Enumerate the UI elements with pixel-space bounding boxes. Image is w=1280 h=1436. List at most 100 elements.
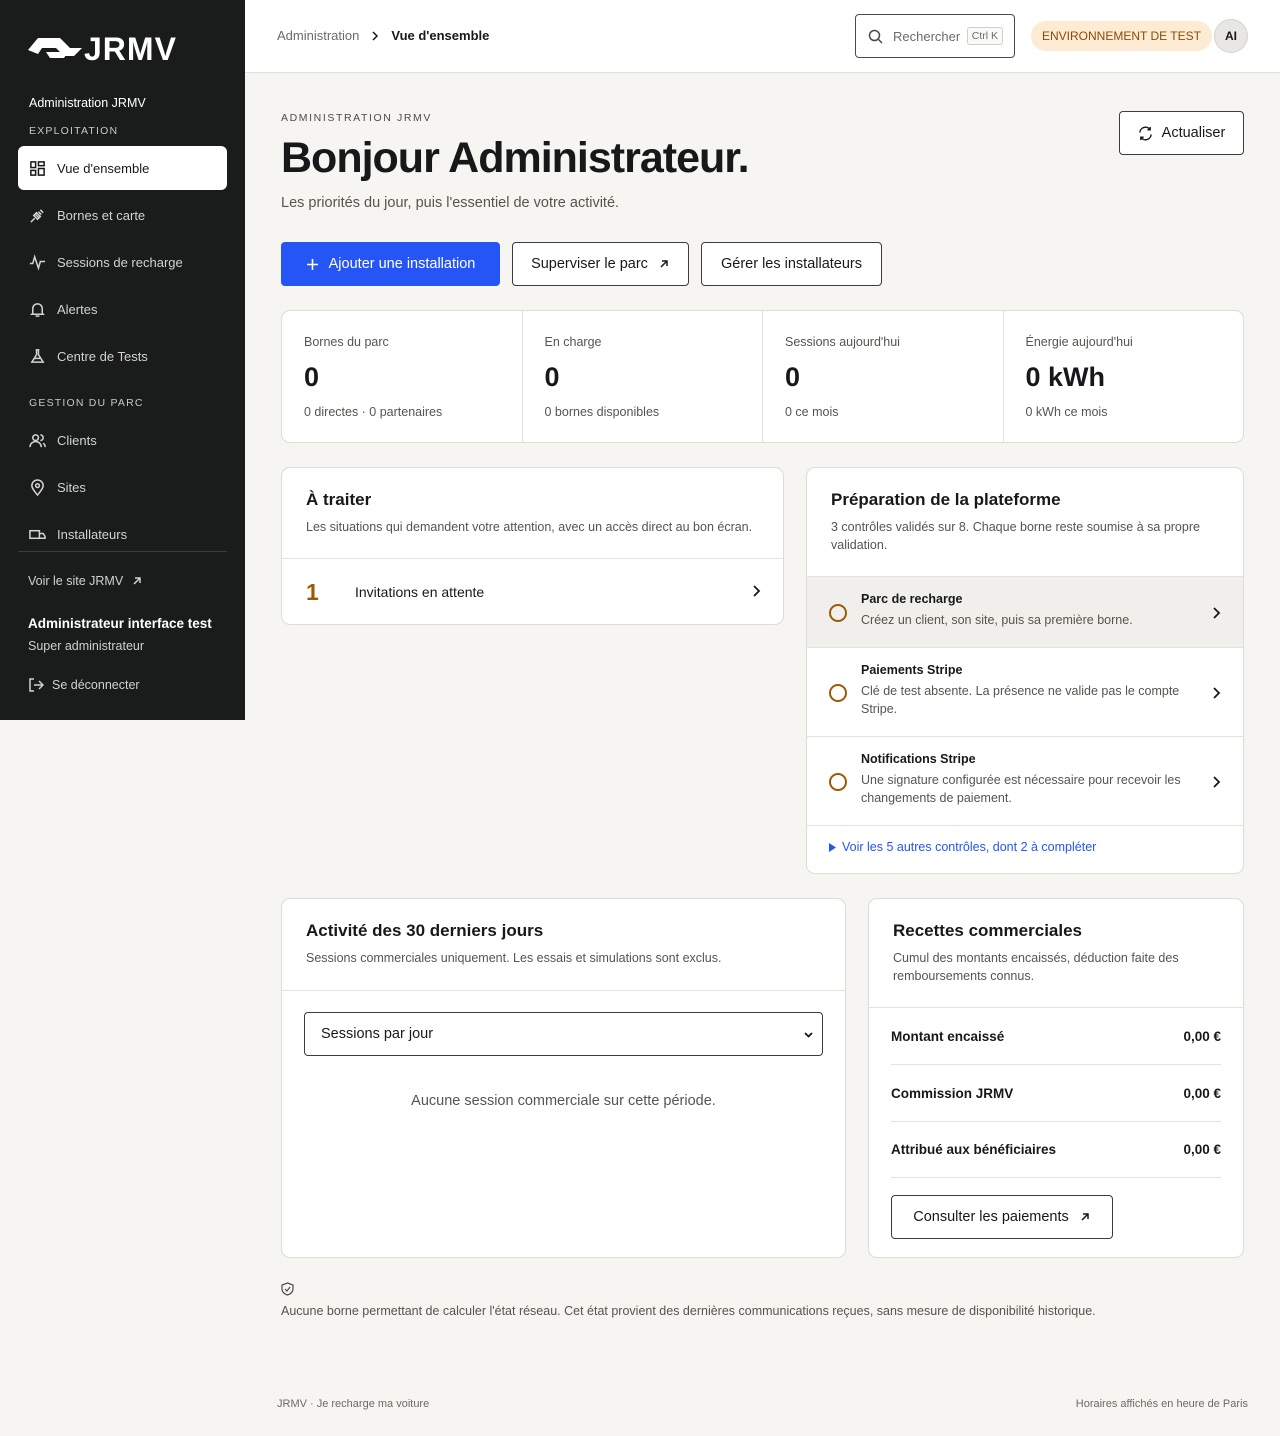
divider bbox=[282, 990, 845, 991]
revenue-label: Montant encaissé bbox=[891, 1028, 1005, 1044]
revenue-value: 0,00 € bbox=[1183, 1028, 1221, 1044]
search-icon bbox=[868, 29, 883, 44]
chevron-right-icon bbox=[1213, 607, 1221, 619]
breadcrumb-current: Vue d'ensemble bbox=[391, 28, 490, 43]
prep-item-stripe-notifications[interactable]: Notifications Stripe Une signature confi… bbox=[807, 736, 1243, 825]
prep-item-stripe-payments[interactable]: Paiements Stripe Clé de test absente. La… bbox=[807, 647, 1243, 736]
page-title: Bonjour Administrateur. bbox=[281, 134, 750, 182]
nav-item-alertes[interactable]: Alertes bbox=[18, 287, 227, 331]
section-exploitation: EXPLOITATION bbox=[29, 125, 119, 137]
nav-item-vue-ensemble[interactable]: Vue d'ensemble bbox=[18, 146, 227, 190]
caret-right-icon bbox=[829, 842, 836, 852]
stat-label: Énergie aujourd'hui bbox=[1025, 335, 1133, 349]
nav-item-installateurs[interactable]: Installateurs bbox=[18, 512, 227, 540]
manage-installers-button[interactable]: Gérer les installateurs bbox=[701, 242, 882, 286]
status-ring-icon bbox=[829, 684, 847, 702]
sidebar-divider bbox=[18, 551, 227, 552]
more-controls-toggle[interactable]: Voir les 5 autres contrôles, dont 2 à co… bbox=[829, 840, 1096, 854]
chevron-right-icon bbox=[1213, 687, 1221, 699]
add-installation-button[interactable]: Ajouter une installation bbox=[281, 242, 500, 286]
prep-item-desc: Clé de test absente. La présence ne vali… bbox=[861, 684, 1180, 716]
nav-item-label: Centre de Tests bbox=[57, 348, 148, 364]
nav-item-bornes[interactable]: Bornes et carte bbox=[18, 193, 227, 237]
avatar[interactable]: AI bbox=[1214, 19, 1248, 53]
status-ring-icon bbox=[829, 773, 847, 791]
prep-item-parc[interactable]: Parc de recharge Créez un client, son si… bbox=[807, 576, 1243, 647]
refresh-button[interactable]: Actualiser bbox=[1119, 111, 1244, 155]
logout-icon bbox=[29, 678, 44, 692]
chevron-right-icon bbox=[372, 30, 379, 41]
card-title: Activité des 30 derniers jours bbox=[306, 921, 544, 940]
stat-sub: 0 kWh ce mois bbox=[1025, 405, 1108, 419]
shield-check-icon bbox=[281, 1282, 294, 1296]
card-title: Recettes commerciales bbox=[893, 921, 1083, 940]
card-title: À traiter bbox=[306, 490, 372, 509]
nav-item-label: Alertes bbox=[57, 301, 98, 317]
card-title: Préparation de la plateforme bbox=[831, 490, 1061, 509]
breadcrumb-item[interactable]: Administration bbox=[277, 28, 359, 43]
card-description: 3 contrôles validés sur 8. Chaque borne … bbox=[831, 520, 1200, 552]
user-role: Super administrateur bbox=[28, 639, 145, 653]
prep-item-title: Notifications Stripe bbox=[861, 752, 976, 766]
environment-badge: ENVIRONNEMENT DE TEST bbox=[1031, 21, 1212, 51]
svg-text:JRMV: JRMV bbox=[84, 31, 177, 64]
logout-button[interactable]: Se déconnecter bbox=[28, 677, 140, 693]
nav-item-label: Sites bbox=[57, 479, 86, 495]
revenue-row: Commission JRMV 0,00 € bbox=[891, 1065, 1221, 1122]
nav-item-sessions[interactable]: Sessions de recharge bbox=[18, 240, 227, 284]
card-description: Les situations qui demandent votre atten… bbox=[306, 520, 753, 534]
activity-icon bbox=[29, 253, 46, 271]
supervise-button[interactable]: Superviser le parc bbox=[512, 242, 689, 286]
topbar: Administration Vue d'ensemble Rechercher… bbox=[245, 0, 1280, 73]
revenue-value: 0,00 € bbox=[1183, 1085, 1221, 1101]
nav-item-label: Installateurs bbox=[57, 526, 128, 541]
external-link-icon bbox=[660, 260, 668, 268]
dashboard-icon bbox=[30, 160, 45, 176]
stat-sub: 0 bornes disponibles bbox=[544, 405, 660, 419]
empty-state: Aucune session commerciale sur cette pér… bbox=[411, 1093, 716, 1109]
todo-item-invitations[interactable]: 1 Invitations en attente bbox=[282, 558, 783, 624]
nav-item-sites[interactable]: Sites bbox=[18, 465, 227, 509]
footer-brand: JRMV · Je recharge ma voiture bbox=[277, 1398, 430, 1410]
search-placeholder: Rechercher bbox=[893, 28, 961, 44]
stat-sub: 0 directes · 0 partenaires bbox=[304, 405, 443, 419]
jrmv-logo[interactable]: JRMV bbox=[26, 30, 220, 64]
view-payments-button[interactable]: Consulter les paiements bbox=[891, 1195, 1113, 1239]
breadcrumb: Administration Vue d'ensemble bbox=[277, 28, 489, 43]
plus-icon bbox=[306, 258, 318, 270]
sidebar-title: Administration JRMV bbox=[29, 96, 146, 110]
prep-item-desc: Créez un client, son site, puis sa premi… bbox=[861, 613, 1133, 627]
revenue-label: Commission JRMV bbox=[891, 1085, 1014, 1101]
stat-sub: 0 ce mois bbox=[785, 405, 839, 419]
metric-select[interactable]: Sessions par jour bbox=[304, 1012, 823, 1056]
nav-item-label: Clients bbox=[57, 432, 97, 448]
stat-value: 0 kWh bbox=[1025, 362, 1106, 392]
revenue-value: 0,00 € bbox=[1183, 1141, 1221, 1157]
bell-icon bbox=[30, 302, 45, 317]
network-status-note: Aucune borne permettant de calculer l'ét… bbox=[281, 1282, 1096, 1318]
nav-item-tests[interactable]: Centre de Tests bbox=[18, 334, 227, 378]
nav-item-label: Bornes et carte bbox=[57, 207, 146, 223]
search-input[interactable]: Rechercher Ctrl K bbox=[855, 14, 1015, 58]
stat-en-charge: En charge 0 0 bornes disponibles bbox=[523, 311, 763, 442]
prep-item-title: Paiements Stripe bbox=[861, 663, 963, 677]
nav-item-clients[interactable]: Clients bbox=[18, 418, 227, 462]
stat-bornes: Bornes du parc 0 0 directes · 0 partenai… bbox=[282, 311, 523, 442]
truck-icon bbox=[29, 529, 46, 539]
plug-icon bbox=[30, 208, 44, 223]
footer-timezone: Horaires affichés en heure de Paris bbox=[1075, 1398, 1248, 1410]
stat-energie: Énergie aujourd'hui 0 kWh 0 kWh ce mois bbox=[1004, 311, 1244, 442]
card-description: Sessions commerciales uniquement. Les es… bbox=[306, 951, 722, 965]
sidebar-scroll-clip: Installateurs bbox=[0, 510, 245, 540]
page-eyebrow: ADMINISTRATION JRMV bbox=[281, 112, 432, 124]
status-ring-icon bbox=[829, 604, 847, 622]
flask-icon bbox=[30, 348, 45, 363]
user-name: Administrateur interface test bbox=[28, 616, 212, 631]
stat-sessions: Sessions aujourd'hui 0 0 ce mois bbox=[763, 311, 1004, 442]
prep-item-desc: Une signature configurée est nécessaire … bbox=[861, 773, 1181, 805]
revenue-row: Montant encaissé 0,00 € bbox=[891, 1008, 1221, 1065]
view-site-link[interactable]: Voir le site JRMV bbox=[28, 574, 143, 588]
users-icon bbox=[29, 433, 46, 447]
stat-label: Bornes du parc bbox=[304, 335, 389, 349]
nav-item-label: Sessions de recharge bbox=[57, 254, 183, 270]
